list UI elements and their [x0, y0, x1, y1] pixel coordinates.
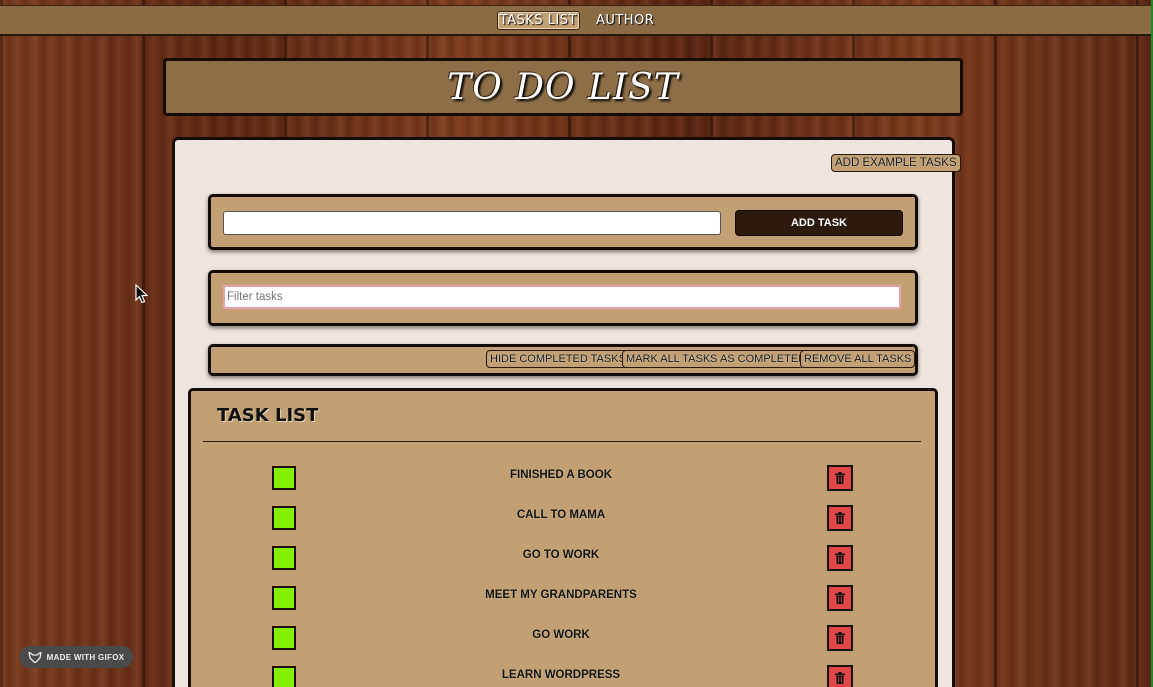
add-task-button-label: ADD TASK: [790, 217, 847, 229]
delete-task-button[interactable]: [827, 545, 853, 571]
task-row: LEARN WORDPRESS: [191, 665, 935, 687]
made-with-gifox-badge: MADE WITH GIFOX: [19, 646, 133, 668]
task-list-panel: TASK LIST FINISHED A BOOK CALL TO MAMA G…: [188, 388, 938, 687]
filter-panel: [208, 270, 918, 326]
title-banner: TO DO LIST: [163, 58, 963, 116]
task-label: FINISHED A BOOK: [509, 469, 612, 481]
trash-icon: [835, 552, 845, 564]
add-task-button[interactable]: ADD TASK: [735, 210, 903, 236]
task-row: CALL TO MAMA: [191, 505, 935, 545]
trash-icon: [835, 632, 845, 644]
filter-tasks-input[interactable]: [223, 285, 901, 309]
task-label: CALL TO MAMA: [516, 509, 606, 521]
delete-task-button[interactable]: [827, 465, 853, 491]
delete-task-button[interactable]: [827, 665, 853, 687]
delete-task-button[interactable]: [827, 585, 853, 611]
task-label: MEET MY GRANDPARENTS: [485, 589, 637, 601]
mouse-cursor-icon: [135, 284, 148, 304]
new-task-panel: ADD TASK: [208, 194, 918, 250]
bulk-actions-panel: HIDE COMPLETED TASKS MARK ALL TASKS AS C…: [208, 344, 918, 376]
trash-icon: [835, 672, 845, 684]
task-row: GO WORK: [191, 625, 935, 665]
task-row: MEET MY GRANDPARENTS: [191, 585, 935, 625]
task-label: LEARN WORDPRESS: [501, 669, 621, 681]
trash-icon: [835, 512, 845, 524]
task-complete-checkbox[interactable]: [272, 506, 296, 530]
nav-author[interactable]: AUTHOR: [594, 12, 656, 29]
delete-task-button[interactable]: [827, 505, 853, 531]
task-complete-checkbox[interactable]: [272, 666, 296, 687]
task-complete-checkbox[interactable]: [272, 626, 296, 650]
top-navigation: TASKS LIST AUTHOR: [0, 5, 1153, 36]
task-complete-checkbox[interactable]: [272, 586, 296, 610]
task-list-heading: TASK LIST: [217, 405, 319, 426]
trash-icon: [835, 592, 845, 604]
nav-tasks-list[interactable]: TASKS LIST: [496, 10, 580, 30]
trash-icon: [835, 472, 845, 484]
hide-completed-tasks-button[interactable]: HIDE COMPLETED TASKS: [486, 350, 630, 368]
mark-all-completed-button[interactable]: MARK ALL TASKS AS COMPLETED: [622, 350, 811, 368]
add-example-tasks-button[interactable]: ADD EXAMPLE TASKS: [831, 154, 961, 172]
task-label: GO TO WORK: [522, 549, 600, 561]
delete-task-button[interactable]: [827, 625, 853, 651]
remove-all-tasks-button[interactable]: REMOVE ALL TASKS: [800, 350, 916, 368]
task-row: GO TO WORK: [191, 545, 935, 585]
badge-label: MADE WITH GIFOX: [46, 652, 125, 662]
task-complete-checkbox[interactable]: [272, 466, 296, 490]
task-list-divider: [203, 441, 921, 442]
task-row: FINISHED A BOOK: [191, 465, 935, 505]
task-complete-checkbox[interactable]: [272, 546, 296, 570]
fox-icon: [27, 651, 42, 663]
new-task-input[interactable]: [223, 211, 721, 235]
page-title: TO DO LIST: [447, 66, 679, 108]
task-label: GO WORK: [532, 629, 590, 641]
